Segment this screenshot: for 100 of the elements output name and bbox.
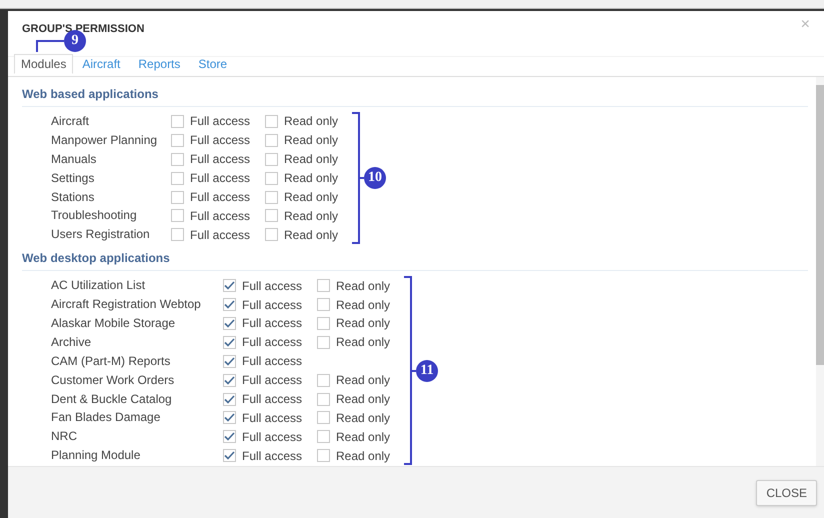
permission-label: Read only — [284, 151, 338, 168]
checkbox[interactable] — [317, 336, 330, 349]
module-name: Planning Module — [51, 447, 142, 464]
check-icon — [224, 356, 235, 366]
check-icon — [224, 451, 235, 460]
permission-label: Read only — [336, 391, 390, 408]
module-name: Aircraft Registration Webtop — [51, 296, 202, 314]
checkbox[interactable] — [171, 172, 184, 185]
permission-label: Read only — [336, 410, 390, 427]
module-name: AC Utilization List — [51, 277, 146, 294]
permission-label: Read only — [336, 428, 390, 446]
checkbox[interactable] — [223, 336, 236, 349]
permission-label: Read only — [284, 226, 338, 244]
section-title: Web desktop applications — [22, 249, 808, 272]
callout-number: 11 — [416, 360, 438, 382]
permission-label: Read only — [336, 448, 390, 465]
checkbox[interactable] — [223, 298, 236, 312]
permission-label: Full access — [242, 334, 302, 352]
checkbox[interactable] — [171, 152, 184, 166]
check-icon — [224, 318, 235, 328]
permission-label: Full access — [242, 428, 302, 446]
permission-label: Full access — [190, 170, 250, 188]
checkbox[interactable] — [265, 190, 278, 204]
checkbox[interactable] — [171, 190, 184, 204]
tab[interactable]: Store — [189, 54, 236, 74]
module-name: Manpower Planning — [51, 132, 158, 149]
permission-label: Read only — [336, 315, 390, 332]
permission-label: Full access — [242, 372, 302, 390]
permission-label: Full access — [190, 189, 250, 206]
module-name: Manuals — [51, 150, 98, 168]
bracket-tick — [412, 370, 416, 372]
module-name: Dent & Buckle Catalog — [51, 390, 173, 408]
checkbox[interactable] — [265, 114, 278, 128]
section-title: Web based applications — [22, 85, 808, 107]
tab[interactable]: Aircraft — [73, 54, 130, 74]
checkbox[interactable] — [171, 114, 184, 128]
module-name: Fan Blades Damage — [51, 409, 162, 426]
bracket-tick — [360, 177, 364, 180]
callout-number: 10 — [364, 167, 386, 190]
permission-label: Full access — [242, 410, 302, 427]
permission-label: Read only — [284, 189, 338, 206]
scrollbar[interactable] — [816, 77, 824, 466]
checkbox[interactable] — [223, 430, 236, 444]
permission-label: Full access — [190, 132, 250, 150]
checkbox[interactable] — [171, 134, 184, 147]
permission-label: Full access — [242, 296, 302, 314]
check-icon — [224, 394, 235, 404]
checkbox[interactable] — [317, 298, 330, 312]
close-button[interactable]: CLOSE — [756, 480, 817, 506]
tab[interactable]: Modules — [14, 54, 74, 74]
check-icon — [224, 413, 235, 422]
checkbox[interactable] — [171, 228, 184, 242]
permission-label: Full access — [242, 448, 302, 465]
checkbox[interactable] — [317, 449, 330, 462]
module-name: Alaskar Mobile Storage — [51, 315, 176, 332]
module-name: Customer Work Orders — [51, 372, 176, 389]
checkbox[interactable] — [223, 354, 236, 368]
checkbox[interactable] — [223, 279, 236, 292]
checkbox[interactable] — [223, 392, 236, 406]
check-icon — [224, 300, 235, 310]
checkbox[interactable] — [223, 411, 236, 424]
permission-label: Full access — [242, 353, 302, 370]
permission-label: Read only — [336, 334, 390, 352]
checkbox[interactable] — [265, 209, 278, 222]
checkbox[interactable] — [265, 134, 278, 147]
checkbox[interactable] — [317, 411, 330, 424]
check-icon — [224, 338, 235, 347]
permission-label: Read only — [284, 208, 338, 225]
permission-label: Full access — [242, 315, 302, 332]
permission-label: Read only — [284, 132, 338, 150]
permission-label: Read only — [336, 372, 390, 390]
permission-label: Full access — [190, 208, 250, 225]
tab[interactable]: Reports — [129, 54, 190, 74]
scrollbar-thumb[interactable] — [816, 85, 824, 365]
checkbox[interactable] — [265, 172, 278, 185]
checkbox[interactable] — [317, 316, 330, 330]
permission-label: Full access — [190, 226, 250, 244]
checkbox[interactable] — [223, 316, 236, 330]
permission-label: Full access — [190, 113, 250, 130]
checkbox[interactable] — [317, 392, 330, 406]
module-name: NRC — [51, 428, 78, 446]
checkbox[interactable] — [317, 430, 330, 444]
permission-label: Read only — [284, 113, 338, 130]
permission-label: Read only — [284, 170, 338, 188]
checkbox[interactable] — [317, 374, 330, 387]
module-name: Users Registration — [51, 226, 151, 244]
module-name: Aircraft — [51, 113, 90, 130]
checkbox[interactable] — [265, 228, 278, 242]
check-icon — [224, 376, 235, 385]
module-name: Archive — [51, 334, 92, 351]
checkbox[interactable] — [317, 279, 330, 292]
checkbox[interactable] — [223, 449, 236, 462]
checkbox[interactable] — [171, 209, 184, 222]
permission-label: Read only — [336, 278, 390, 295]
check-icon — [224, 281, 235, 290]
checkbox[interactable] — [223, 374, 236, 387]
check-icon — [224, 432, 235, 442]
checkbox[interactable] — [265, 152, 278, 166]
module-name: CAM (Part-M) Reports — [51, 352, 172, 370]
close-button[interactable]: × — [800, 17, 810, 33]
